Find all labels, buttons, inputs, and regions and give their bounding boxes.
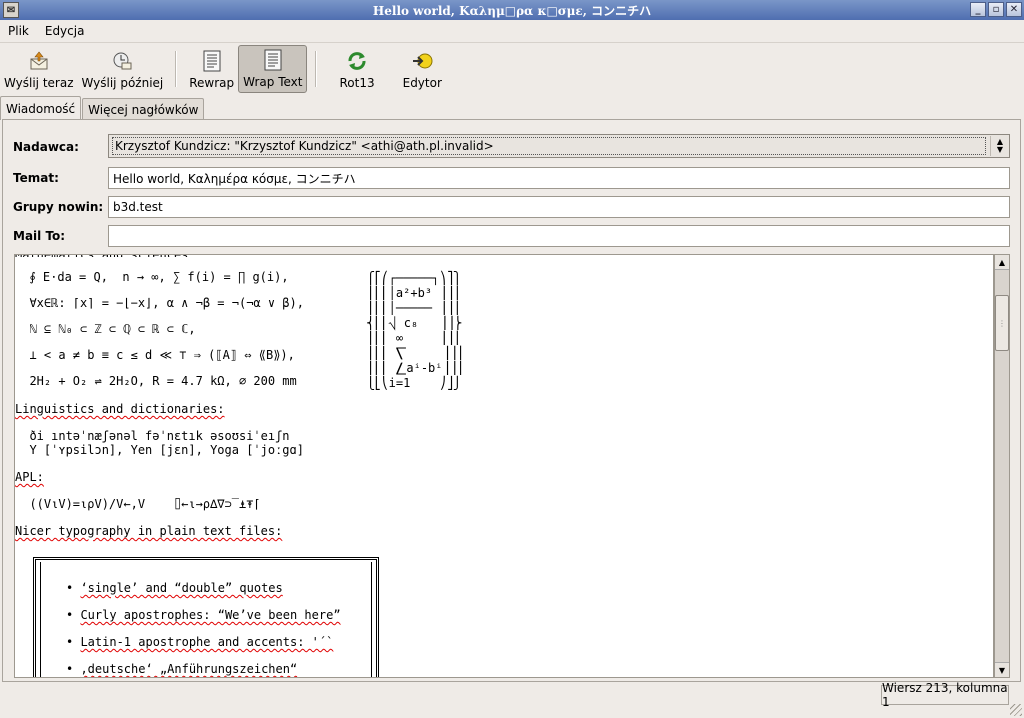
scroll-down-icon[interactable]: ▼ [995, 662, 1009, 677]
subject-field[interactable]: Hello world, Καλημέρα κόσμε, コンニチハ [108, 167, 1010, 189]
sender-select[interactable]: Krzysztof Kundzicz: "Krzysztof Kundzicz"… [108, 134, 1010, 158]
clipped-line: Mathematics and sciences: [15, 255, 215, 257]
title-bar: ✉ Hello world, Καλημ□ρα κ□σμε, コンニチハ _ ▫… [0, 0, 1024, 20]
math-line: ∀x∈ℝ: ⌈x⌉ = −⌊−x⌋, α ∧ ¬β = ¬(¬α ∨ β), [15, 296, 304, 310]
maximize-button[interactable]: ▫ [988, 2, 1004, 17]
send-now-button[interactable]: Wyślij teraz [0, 45, 78, 93]
section-heading: Nicer typography in plain text files: [15, 524, 283, 538]
section-heading: Linguistics and dictionaries: [15, 402, 225, 416]
formula-line: ⎧⎡⎛┌─────┐⎞⎤⎫ [367, 271, 461, 285]
cursor-position-status: Wiersz 213, kolumna 1 [881, 681, 1009, 709]
subject-label: Temat: [13, 171, 59, 185]
send-later-label: Wyślij później [81, 76, 164, 90]
tab-message[interactable]: Wiadomość [0, 96, 82, 120]
menu-file[interactable]: Plik [0, 24, 37, 38]
bullet-item: • ‘single’ and “double” quotes [66, 581, 283, 595]
bullet-item: • ‚deutsche‘ „Anführungszeichen“ [66, 662, 298, 676]
toolbar-separator [175, 51, 178, 87]
formula-line: ⎪⎢⎜│───── ⎟⎥⎪ [367, 301, 461, 315]
rot13-button[interactable]: Rot13 [325, 45, 388, 93]
send-later-icon [110, 49, 134, 73]
newsgroups-field[interactable]: b3d.test [108, 196, 1010, 218]
wrap-text-toggle[interactable]: Wrap Text [238, 45, 308, 93]
sender-label: Nadawca: [13, 140, 79, 154]
minimize-button[interactable]: _ [970, 2, 986, 17]
editor-button[interactable]: Edytor [389, 45, 456, 93]
send-now-icon [27, 49, 51, 73]
toolbar: Wyślij teraz Wyślij później Rewrap Wrap … [0, 43, 1024, 95]
resize-grip-icon[interactable] [1010, 704, 1022, 716]
formula-block: ⎧⎡⎛┌─────┐⎞⎤⎫ ⎪⎢⎜│a²+b³ ⎟⎥⎪ ⎪⎢⎜│───── ⎟⎥… [367, 271, 464, 391]
formula-line: ⎪⎢⎜ ⎳aⁱ-bⁱ⎟⎥⎪ [367, 361, 465, 375]
scroll-up-icon[interactable]: ▲ [995, 255, 1009, 270]
rewrap-label: Rewrap [189, 76, 235, 90]
math-line: 2H₂ + O₂ ⇌ 2H₂O, R = 4.7 kΩ, ⌀ 200 mm [15, 374, 297, 388]
newsgroups-label: Grupy nowin: [13, 200, 104, 214]
formula-line: ⎪⎢⎜│a²+b³ ⎟⎥⎪ [367, 286, 461, 300]
ipa-line: ði ıntəˈnæʃənəl fəˈnɛtık əsoʊsiˈeıʃn [15, 429, 290, 443]
send-later-button[interactable]: Wyślij później [78, 45, 168, 93]
rewrap-button[interactable]: Rewrap [185, 45, 238, 93]
menu-bar: Plik Edycja [0, 20, 1024, 43]
math-line: ℕ ⊆ ℕ₀ ⊂ ℤ ⊂ ℚ ⊂ ℝ ⊂ ℂ, [15, 322, 196, 336]
formula-line: ⎪⎢⎜ ∞ ⎟⎥⎪ [367, 331, 461, 345]
bullet-item: • Latin-1 apostrophe and accents: '´` [66, 635, 334, 649]
rot13-label: Rot13 [339, 76, 375, 90]
wrap-text-label: Wrap Text [243, 75, 303, 89]
rewrap-icon [200, 49, 224, 73]
tab-bar: Wiadomość Więcej nagłówków [0, 96, 205, 120]
mailto-label: Mail To: [13, 229, 66, 243]
formula-line: ⎨⎢⎜⎷ c₈ ⎟⎥⎬ [367, 316, 462, 330]
apl-line: ((V⍳V)=⍳⍴V)/V←,V ⌷←⍳→⍴∆∇⊃‾⍎⍕⌈ [15, 497, 261, 511]
math-line: ∮ E⋅da = Q, n → ∞, ∑ f(i) = ∏ g(i), [15, 270, 289, 284]
ipa-line: Y [ˈʏpsilɔn], Yen [jɛn], Yoga [ˈjoːgɑ] [15, 443, 304, 457]
window-title: Hello world, Καλημ□ρα κ□σμε, コンニチハ [372, 3, 652, 18]
formula-line: ⎪⎢⎜ ⎲ ⎟⎥⎪ [367, 346, 465, 360]
menu-edit[interactable]: Edycja [37, 24, 93, 38]
math-line: ⊥ < a ≠ b ≡ c ≤ d ≪ ⊤ ⇒ (⟦A⟧ ⇔ ⟪B⟫), [15, 348, 295, 362]
scroll-thumb[interactable]: ⋮ [995, 295, 1009, 351]
editor-icon [410, 49, 434, 73]
close-button[interactable]: ✕ [1006, 2, 1022, 17]
app-icon[interactable]: ✉ [3, 2, 19, 18]
editor-scrollbar[interactable]: ▲ ⋮ ▼ [994, 254, 1010, 678]
bullet-item: • Curly apostrophes: “We’ve been here” [66, 608, 341, 622]
toolbar-separator [315, 51, 318, 87]
editor-label: Edytor [402, 76, 442, 90]
wrap-text-icon [261, 48, 285, 72]
sender-value: Krzysztof Kundzicz: "Krzysztof Kundzicz"… [112, 137, 986, 155]
formula-line: ⎩⎣⎝i=1 ⎠⎦⎭ [367, 376, 461, 390]
bullet-box: • ‘single’ and “double” quotes • Curly a… [33, 557, 379, 677]
rot13-icon [345, 49, 369, 73]
send-now-label: Wyślij teraz [4, 76, 74, 90]
tab-more-headers[interactable]: Więcej nagłówków [82, 98, 205, 120]
mailto-field[interactable] [108, 225, 1010, 247]
section-heading: APL: [15, 470, 44, 484]
message-body-editor[interactable]: Mathematics and sciences: ∮ E⋅da = Q, n … [14, 254, 994, 678]
spin-arrows-icon: ▲ ▼ [990, 136, 1009, 156]
